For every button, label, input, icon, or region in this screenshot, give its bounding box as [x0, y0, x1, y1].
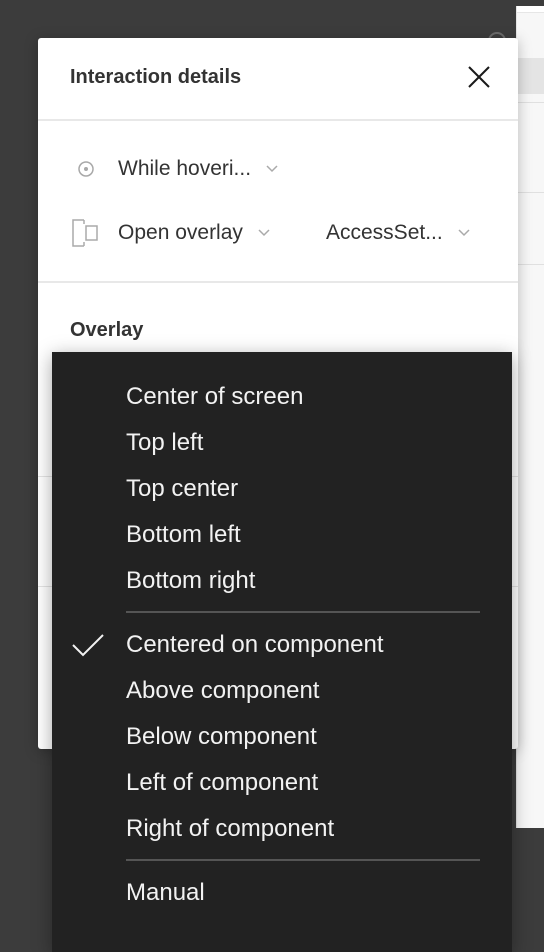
- menu-item-label: Below component: [126, 723, 317, 750]
- close-icon: [468, 66, 490, 88]
- menu-item-bottom-right[interactable]: Bottom right: [52, 558, 512, 604]
- trigger-row: While hoveri...: [38, 149, 518, 189]
- close-button[interactable]: [466, 64, 492, 90]
- menu-item-bottom-left[interactable]: Bottom left: [52, 512, 512, 558]
- trigger-select[interactable]: While hoveri...: [118, 157, 279, 181]
- overlay-section-label: Overlay: [70, 319, 144, 341]
- menu-item-label: Centered on component: [126, 631, 384, 658]
- checkmark-icon: [72, 634, 104, 657]
- action-value: Open overlay: [118, 221, 243, 244]
- chevron-down-icon: [266, 165, 278, 173]
- radio-target-icon: [70, 153, 102, 185]
- destination-value: AccessSet...: [326, 221, 443, 244]
- chevron-down-icon: [258, 229, 270, 237]
- panel-divider: [517, 102, 544, 103]
- menu-item-left-of-component[interactable]: Left of component: [52, 760, 512, 806]
- menu-item-label: Left of component: [126, 769, 319, 796]
- dialog-title: Interaction details: [70, 66, 242, 88]
- menu-item-label: Bottom right: [126, 567, 256, 594]
- menu-separator: [126, 859, 480, 861]
- panel-divider: [517, 264, 544, 265]
- interaction-settings: While hoveri... Open overlay AccessSet..…: [38, 121, 518, 283]
- menu-item-top-center[interactable]: Top center: [52, 466, 512, 512]
- overlay-position-menu: Center of screen Top left Top center Bot…: [52, 352, 512, 952]
- menu-item-below-component[interactable]: Below component: [52, 714, 512, 760]
- menu-item-label: Top left: [126, 429, 204, 456]
- menu-item-center-of-screen[interactable]: Center of screen: [52, 374, 512, 420]
- menu-item-label: Right of component: [126, 815, 335, 842]
- menu-item-label: Bottom left: [126, 521, 241, 548]
- panel-divider: [517, 192, 544, 193]
- dialog-header: Interaction details: [38, 38, 518, 121]
- background-properties-panel: [516, 6, 544, 828]
- destination-select[interactable]: AccessSet...: [326, 221, 471, 245]
- menu-item-label: Top center: [126, 475, 239, 502]
- menu-separator: [126, 611, 480, 613]
- menu-item-top-left[interactable]: Top left: [52, 420, 512, 466]
- menu-item-right-of-component[interactable]: Right of component: [52, 806, 512, 852]
- menu-item-manual[interactable]: Manual: [52, 870, 512, 916]
- action-select[interactable]: Open overlay: [118, 221, 271, 245]
- menu-item-above-component[interactable]: Above component: [52, 668, 512, 714]
- menu-item-label: Manual: [126, 879, 205, 906]
- panel-row-highlight: [517, 58, 544, 94]
- action-row: Open overlay AccessSet...: [38, 213, 518, 253]
- panel-divider: [517, 6, 544, 13]
- trigger-value: While hoveri...: [118, 157, 252, 180]
- overlay-frames-icon: [70, 217, 102, 249]
- menu-item-label: Above component: [126, 677, 320, 704]
- menu-item-centered-on-component[interactable]: Centered on component: [52, 622, 512, 668]
- menu-item-label: Center of screen: [126, 383, 304, 410]
- chevron-down-icon: [458, 229, 470, 237]
